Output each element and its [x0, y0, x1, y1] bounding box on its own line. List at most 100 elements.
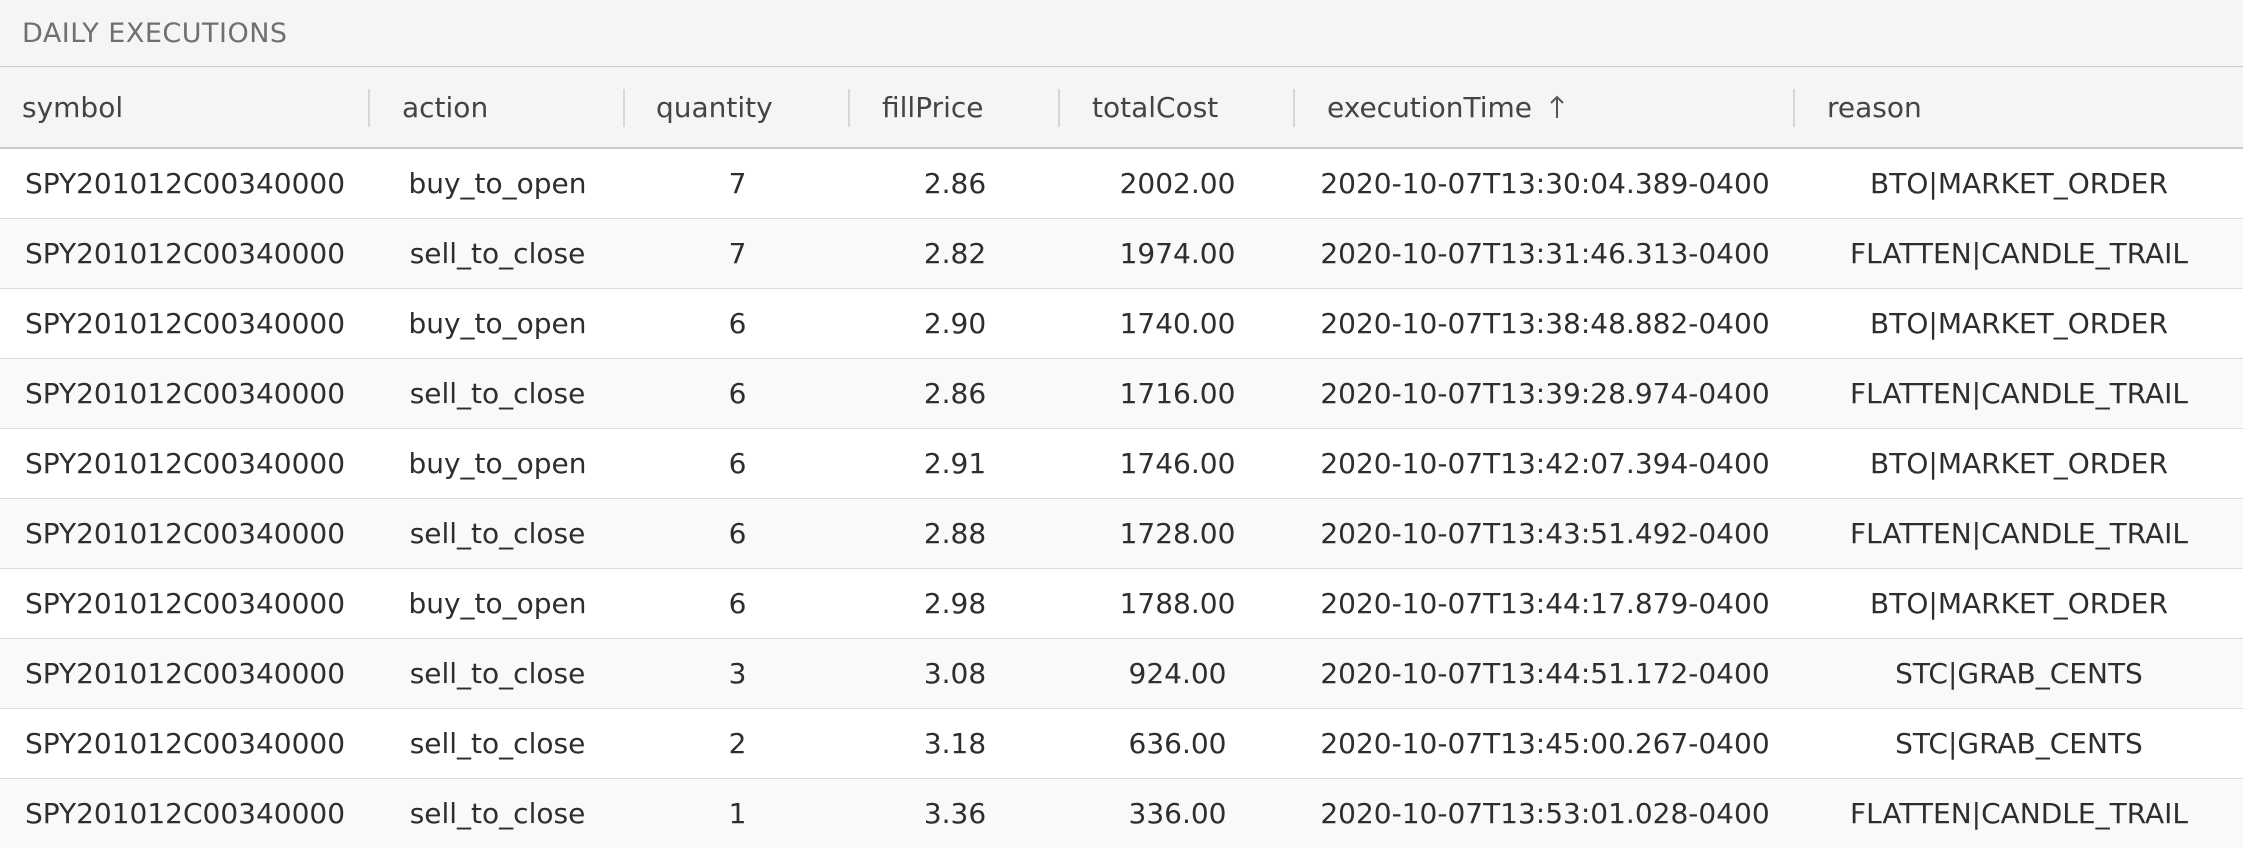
cell-totalcost: 636.00 — [1128, 727, 1227, 760]
cell-reason: BTO|MARKET_ORDER — [1870, 587, 2168, 620]
cell-reason: BTO|MARKET_ORDER — [1870, 307, 2168, 340]
table-row[interactable]: SPY201012C00340000 buy_to_open 6 2.98 17… — [0, 569, 2243, 639]
cell-symbol: SPY201012C00340000 — [24, 167, 346, 200]
panel-title: DAILY EXECUTIONS — [22, 17, 288, 49]
cell-quantity: 3 — [728, 657, 747, 690]
arrow-up-icon — [1548, 93, 1566, 121]
table-row[interactable]: SPY201012C00340000 sell_to_close 2 3.18 … — [0, 709, 2243, 779]
column-header-executiontime[interactable]: executionTime — [1295, 67, 1795, 147]
column-header-label: executionTime — [1327, 90, 1532, 124]
cell-totalcost: 336.00 — [1128, 797, 1227, 830]
cell-quantity: 1 — [728, 797, 747, 830]
cell-fillprice: 2.82 — [923, 237, 987, 270]
cell-quantity: 6 — [728, 307, 747, 340]
table-body: SPY201012C00340000 buy_to_open 7 2.86 20… — [0, 149, 2243, 848]
cell-fillprice: 2.98 — [923, 587, 987, 620]
cell-fillprice: 3.36 — [923, 797, 987, 830]
table-row[interactable]: SPY201012C00340000 sell_to_close 6 2.86 … — [0, 359, 2243, 429]
cell-totalcost: 1716.00 — [1119, 377, 1236, 410]
cell-totalcost: 1740.00 — [1119, 307, 1236, 340]
cell-executiontime: 2020-10-07T13:42:07.394-0400 — [1320, 447, 1770, 480]
cell-quantity: 7 — [728, 167, 747, 200]
table-row[interactable]: SPY201012C00340000 sell_to_close 6 2.88 … — [0, 499, 2243, 569]
column-header-label: quantity — [656, 90, 773, 124]
cell-symbol: SPY201012C00340000 — [24, 447, 346, 480]
table-header-row: symbol action quantity fillPrice totalCo… — [0, 67, 2243, 149]
cell-quantity: 6 — [728, 447, 747, 480]
cell-fillprice: 3.18 — [923, 727, 987, 760]
cell-symbol: SPY201012C00340000 — [24, 587, 346, 620]
cell-reason: FLATTEN|CANDLE_TRAIL — [1849, 237, 2189, 270]
cell-executiontime: 2020-10-07T13:45:00.267-0400 — [1320, 727, 1770, 760]
cell-quantity: 6 — [728, 377, 747, 410]
cell-reason: STC|GRAB_CENTS — [1895, 727, 2143, 760]
table-row[interactable]: SPY201012C00340000 sell_to_close 3 3.08 … — [0, 639, 2243, 709]
cell-fillprice: 2.90 — [923, 307, 987, 340]
cell-executiontime: 2020-10-07T13:39:28.974-0400 — [1320, 377, 1770, 410]
cell-executiontime: 2020-10-07T13:31:46.313-0400 — [1320, 237, 1770, 270]
column-header-reason[interactable]: reason — [1795, 67, 2243, 147]
column-header-totalcost[interactable]: totalCost — [1060, 67, 1295, 147]
column-header-quantity[interactable]: quantity — [625, 67, 850, 147]
daily-executions-panel: DAILY EXECUTIONS symbol action quantity … — [0, 0, 2243, 848]
cell-totalcost: 1746.00 — [1119, 447, 1236, 480]
cell-fillprice: 3.08 — [923, 657, 987, 690]
column-header-label: action — [402, 90, 489, 124]
cell-fillprice: 2.88 — [923, 517, 987, 550]
cell-symbol: SPY201012C00340000 — [24, 797, 346, 830]
column-header-fillprice[interactable]: fillPrice — [850, 67, 1060, 147]
cell-symbol: SPY201012C00340000 — [24, 517, 346, 550]
table-row[interactable]: SPY201012C00340000 buy_to_open 6 2.90 17… — [0, 289, 2243, 359]
column-header-action[interactable]: action — [370, 67, 625, 147]
cell-action: sell_to_close — [409, 727, 586, 760]
cell-symbol: SPY201012C00340000 — [24, 727, 346, 760]
cell-quantity: 7 — [728, 237, 747, 270]
cell-executiontime: 2020-10-07T13:53:01.028-0400 — [1320, 797, 1770, 830]
cell-reason: FLATTEN|CANDLE_TRAIL — [1849, 377, 2189, 410]
column-header-label: fillPrice — [882, 90, 984, 124]
cell-action: sell_to_close — [409, 797, 586, 830]
cell-action: sell_to_close — [409, 517, 586, 550]
cell-fillprice: 2.86 — [923, 377, 987, 410]
panel-header: DAILY EXECUTIONS — [0, 0, 2243, 67]
table-row[interactable]: SPY201012C00340000 buy_to_open 7 2.86 20… — [0, 149, 2243, 219]
column-header-symbol[interactable]: symbol — [0, 67, 370, 147]
cell-executiontime: 2020-10-07T13:44:51.172-0400 — [1320, 657, 1770, 690]
cell-executiontime: 2020-10-07T13:30:04.389-0400 — [1320, 167, 1770, 200]
cell-totalcost: 1728.00 — [1119, 517, 1236, 550]
cell-symbol: SPY201012C00340000 — [24, 377, 346, 410]
column-header-label: symbol — [22, 90, 124, 124]
cell-reason: BTO|MARKET_ORDER — [1870, 167, 2168, 200]
cell-reason: FLATTEN|CANDLE_TRAIL — [1849, 797, 2189, 830]
cell-executiontime: 2020-10-07T13:38:48.882-0400 — [1320, 307, 1770, 340]
table-row[interactable]: SPY201012C00340000 buy_to_open 6 2.91 17… — [0, 429, 2243, 499]
cell-action: buy_to_open — [408, 167, 587, 200]
cell-symbol: SPY201012C00340000 — [24, 307, 346, 340]
cell-reason: BTO|MARKET_ORDER — [1870, 447, 2168, 480]
table-row[interactable]: SPY201012C00340000 sell_to_close 7 2.82 … — [0, 219, 2243, 289]
cell-quantity: 6 — [728, 587, 747, 620]
cell-action: buy_to_open — [408, 587, 587, 620]
cell-action: sell_to_close — [409, 657, 586, 690]
column-header-label: reason — [1827, 90, 1922, 124]
table-row[interactable]: SPY201012C00340000 sell_to_close 1 3.36 … — [0, 779, 2243, 848]
cell-symbol: SPY201012C00340000 — [24, 237, 346, 270]
cell-fillprice: 2.86 — [923, 167, 987, 200]
cell-action: sell_to_close — [409, 377, 586, 410]
cell-reason: FLATTEN|CANDLE_TRAIL — [1849, 517, 2189, 550]
cell-totalcost: 2002.00 — [1119, 167, 1236, 200]
cell-symbol: SPY201012C00340000 — [24, 657, 346, 690]
cell-action: buy_to_open — [408, 447, 587, 480]
cell-executiontime: 2020-10-07T13:43:51.492-0400 — [1320, 517, 1770, 550]
cell-quantity: 2 — [728, 727, 747, 760]
cell-fillprice: 2.91 — [923, 447, 987, 480]
cell-reason: STC|GRAB_CENTS — [1895, 657, 2143, 690]
cell-executiontime: 2020-10-07T13:44:17.879-0400 — [1320, 587, 1770, 620]
cell-totalcost: 1788.00 — [1119, 587, 1236, 620]
cell-totalcost: 1974.00 — [1119, 237, 1236, 270]
cell-action: sell_to_close — [409, 237, 586, 270]
column-header-label: totalCost — [1092, 90, 1219, 124]
cell-quantity: 6 — [728, 517, 747, 550]
cell-action: buy_to_open — [408, 307, 587, 340]
cell-totalcost: 924.00 — [1128, 657, 1227, 690]
